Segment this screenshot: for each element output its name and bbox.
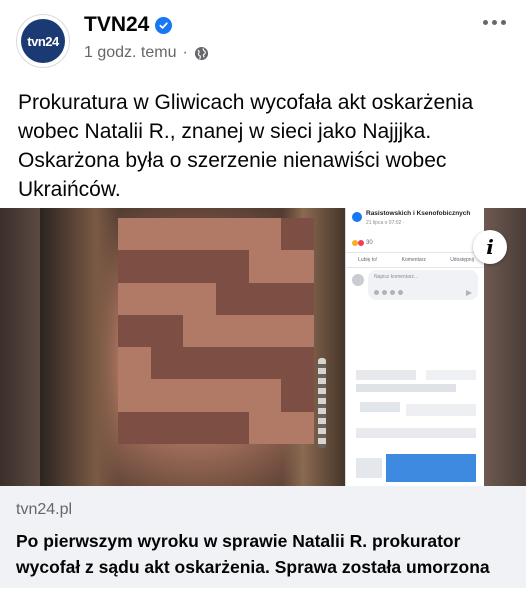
blurred-photo xyxy=(40,208,352,486)
tvn24-logo-icon: tvn24 xyxy=(21,19,65,63)
globe-icon[interactable] xyxy=(194,46,209,61)
post-timestamp[interactable]: 1 godz. temu xyxy=(84,44,177,62)
page-name[interactable]: TVN24 xyxy=(84,13,149,37)
info-icon[interactable]: i xyxy=(473,230,507,264)
screenshot-reactions: 30 xyxy=(352,240,373,246)
screenshot-like: Lubię to! xyxy=(358,257,378,263)
facebook-post-screenshot: Rasistowskich i Ksenofobicznych 21 lipca… xyxy=(346,208,486,486)
preview-body[interactable]: tvn24.pl Po pierwszym wyroku w sprawie N… xyxy=(0,486,526,588)
more-options-icon[interactable] xyxy=(480,10,508,34)
preview-image[interactable]: Rasistowskich i Ksenofobicznych 21 lipca… xyxy=(0,208,526,486)
image-background-left xyxy=(0,208,40,486)
blurred-comments xyxy=(346,358,486,486)
screenshot-date: 21 lipca o 07:02 · xyxy=(366,220,405,226)
screenshot-share: Udostępnij xyxy=(450,257,474,263)
screenshot-actions: Lubię to! Komentarz Udostępnij xyxy=(346,252,486,268)
link-domain: tvn24.pl xyxy=(16,501,73,518)
verified-badge-icon xyxy=(155,16,173,34)
commenter-avatar xyxy=(352,274,364,286)
post-text: Prokuratura w Gliwicach wycofała akt osk… xyxy=(18,91,474,201)
screenshot-comment: Komentarz xyxy=(401,257,426,263)
link-preview-card[interactable]: Rasistowskich i Ksenofobicznych 21 lipca… xyxy=(0,208,526,588)
page-name-link[interactable]: TVN24 xyxy=(84,13,173,37)
pixelated-face xyxy=(118,218,314,444)
group-avatar xyxy=(352,212,362,222)
post-header: tvn24 TVN24 1 godz. temu · xyxy=(0,0,526,72)
meta-separator: · xyxy=(182,44,188,61)
screenshot-comment-box: Napisz komentarz... xyxy=(368,270,478,300)
screenshot-group-title: Rasistowskich i Ksenofobicznych xyxy=(366,210,471,217)
earring xyxy=(318,358,326,448)
page-avatar[interactable]: tvn24 xyxy=(16,14,70,68)
post-meta: 1 godz. temu · xyxy=(84,44,209,62)
link-headline[interactable]: Po pierwszym wyroku w sprawie Natalii R.… xyxy=(16,528,510,580)
